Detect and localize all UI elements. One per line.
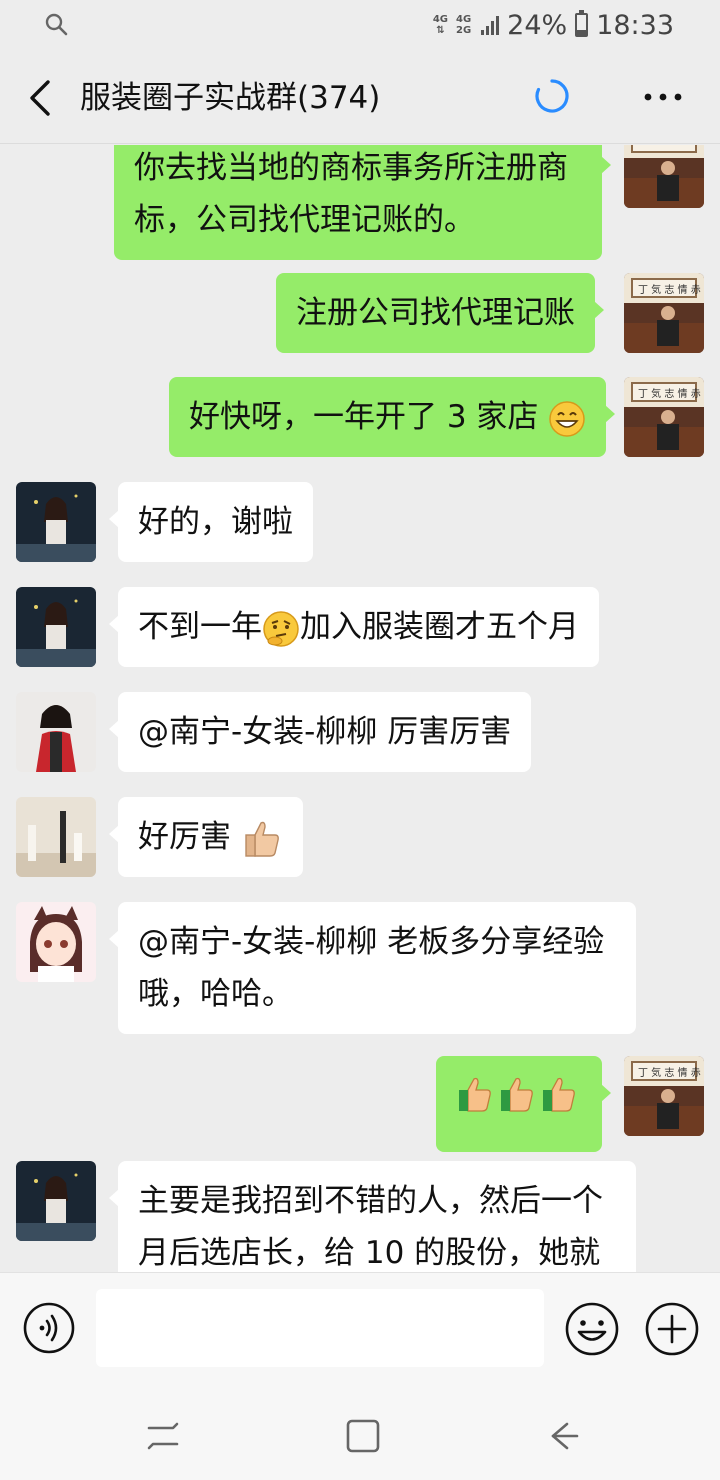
- member-avatar[interactable]: [16, 902, 96, 982]
- message-bubble-mine[interactable]: 你去找当地的商标事务所注册商 标，公司找代理记账的。: [114, 145, 611, 260]
- member-avatar[interactable]: [16, 1161, 96, 1241]
- chat-header: 服装圈子实战群(374): [0, 50, 720, 144]
- my-avatar[interactable]: 丁 気 志 情 赤: [624, 1056, 704, 1136]
- network-4g-indicator: 4G ⇅: [432, 14, 448, 36]
- grin-emoji-icon: [549, 400, 586, 437]
- member-avatar[interactable]: [16, 482, 96, 562]
- recent-apps-icon[interactable]: [143, 1416, 183, 1456]
- message-bubble-other[interactable]: 好的，谢啦: [109, 482, 313, 562]
- voice-input-icon[interactable]: [22, 1301, 76, 1355]
- message-bubble-other[interactable]: @南宁-女装-柳柳 老板多分享经验 哦，哈哈。: [109, 902, 636, 1034]
- emoji-picker-icon[interactable]: [564, 1301, 620, 1357]
- thinking-emoji-icon: [263, 610, 299, 647]
- message-bubble-mine[interactable]: [436, 1056, 611, 1152]
- message-list[interactable]: 你去找当地的商标事务所注册商 标，公司找代理记账的。 丁 気 志 情 赤 注册公…: [0, 145, 720, 1272]
- battery-percent: 24%: [507, 9, 568, 41]
- svg-text:丁 気 志 情 赤: 丁 気 志 情 赤: [638, 283, 701, 296]
- clock-time: 18:33: [596, 9, 674, 41]
- signal-icon: [481, 15, 500, 35]
- system-back-icon[interactable]: [543, 1416, 583, 1456]
- search-icon: [45, 13, 68, 36]
- my-avatar[interactable]: 丁 気 志 情 赤: [624, 273, 704, 353]
- message-input[interactable]: [96, 1289, 544, 1367]
- thumbs-up-emoji-icon: [245, 821, 279, 857]
- network-4g-2g-indicator: 4G 2G: [456, 14, 472, 36]
- message-bubble-mine[interactable]: 注册公司找代理记账: [276, 273, 604, 353]
- message-bubble-other[interactable]: 不到一年 加入服装圈才五个月: [109, 587, 599, 667]
- status-bar: 4G ⇅ 4G 2G 24% 18:33: [0, 0, 720, 50]
- home-icon[interactable]: [343, 1416, 383, 1456]
- add-more-icon[interactable]: [644, 1301, 700, 1357]
- svg-text:丁 気 志 情 赤: 丁 気 志 情 赤: [638, 387, 701, 400]
- loading-spinner-icon: [535, 79, 569, 113]
- back-arrow-icon[interactable]: [22, 76, 62, 120]
- message-bubble-other[interactable]: 好厉害: [109, 797, 303, 877]
- member-avatar[interactable]: [16, 587, 96, 667]
- input-bar: [0, 1272, 720, 1386]
- member-avatar[interactable]: [16, 692, 96, 772]
- three-thumbs-up-emoji-icon: [459, 1077, 575, 1112]
- my-avatar[interactable]: [624, 145, 704, 208]
- more-options-icon[interactable]: [640, 80, 686, 114]
- message-bubble-mine[interactable]: 好快呀，一年开了 3 家店: [169, 377, 616, 457]
- my-avatar[interactable]: 丁 気 志 情 赤: [624, 377, 704, 457]
- battery-icon: [575, 10, 589, 37]
- member-avatar[interactable]: [16, 797, 96, 877]
- system-navigation-bar: [0, 1386, 720, 1480]
- message-bubble-other[interactable]: 主要是我招到不错的人，然后一个 月后选店长，给 10 的股份，她就: [109, 1161, 636, 1272]
- message-bubble-other[interactable]: @南宁-女装-柳柳 厉害厉害: [108, 692, 532, 772]
- svg-text:丁 気 志 情 赤: 丁 気 志 情 赤: [638, 1066, 701, 1079]
- chat-title: 服装圈子实战群(374): [80, 80, 381, 116]
